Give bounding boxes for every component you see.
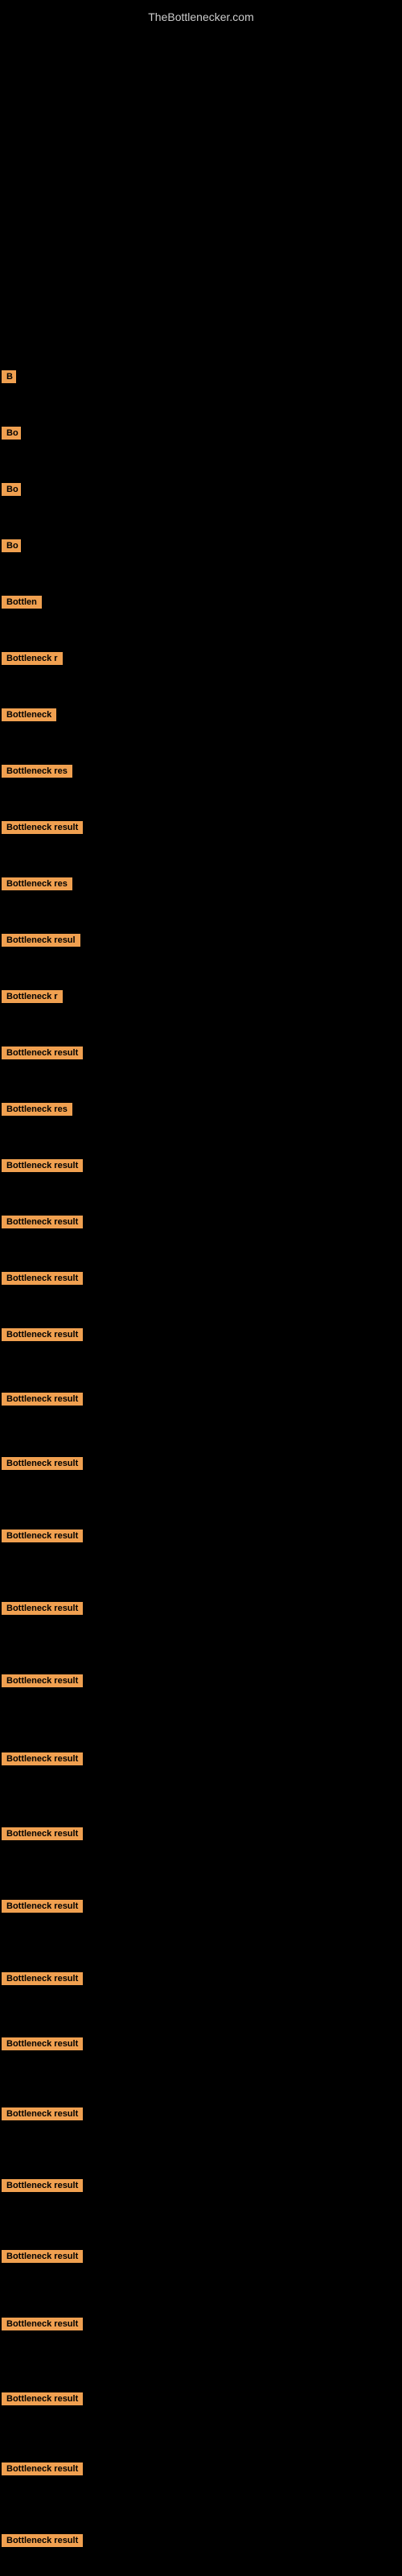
label-23: Bottleneck result — [2, 1674, 105, 1691]
label-24: Bottleneck result — [2, 1752, 105, 1769]
label-34: Bottleneck result — [2, 2462, 105, 2479]
label-31: Bottleneck result — [2, 2250, 105, 2267]
label-9: Bottleneck result — [2, 821, 105, 838]
label-27: Bottleneck result — [2, 1972, 105, 1989]
label-21: Bottleneck result — [2, 1530, 105, 1546]
label-14: Bottleneck res — [2, 1103, 84, 1120]
label-1: B — [2, 370, 16, 387]
label-15: Bottleneck result — [2, 1159, 105, 1176]
site-title: TheBottlenecker.com — [0, 4, 402, 27]
label-32: Bottleneck result — [2, 2318, 105, 2334]
label-13: Bottleneck result — [2, 1046, 105, 1063]
label-17: Bottleneck result — [2, 1272, 105, 1289]
label-35: Bottleneck result — [2, 2534, 105, 2551]
label-5: Bottlen — [2, 596, 46, 613]
label-26: Bottleneck result — [2, 1900, 105, 1917]
label-28: Bottleneck result — [2, 2037, 105, 2054]
label-3: Bo — [2, 483, 21, 500]
label-10: Bottleneck res — [2, 877, 84, 894]
label-30: Bottleneck result — [2, 2179, 105, 2196]
label-22: Bottleneck result — [2, 1602, 105, 1619]
label-12: Bottleneck r — [2, 990, 72, 1007]
label-6: Bottleneck r — [2, 652, 72, 669]
label-19: Bottleneck result — [2, 1393, 105, 1410]
label-2: Bo — [2, 427, 21, 444]
label-16: Bottleneck result — [2, 1216, 105, 1232]
label-11: Bottleneck resul — [2, 934, 94, 951]
label-33: Bottleneck result — [2, 2392, 105, 2409]
label-8: Bottleneck res — [2, 765, 84, 782]
label-18: Bottleneck result — [2, 1328, 105, 1345]
label-20: Bottleneck result — [2, 1457, 105, 1474]
label-29: Bottleneck result — [2, 2107, 105, 2124]
label-25: Bottleneck result — [2, 1827, 105, 1844]
label-7: Bottleneck — [2, 708, 62, 725]
label-4: Bo — [2, 539, 21, 556]
